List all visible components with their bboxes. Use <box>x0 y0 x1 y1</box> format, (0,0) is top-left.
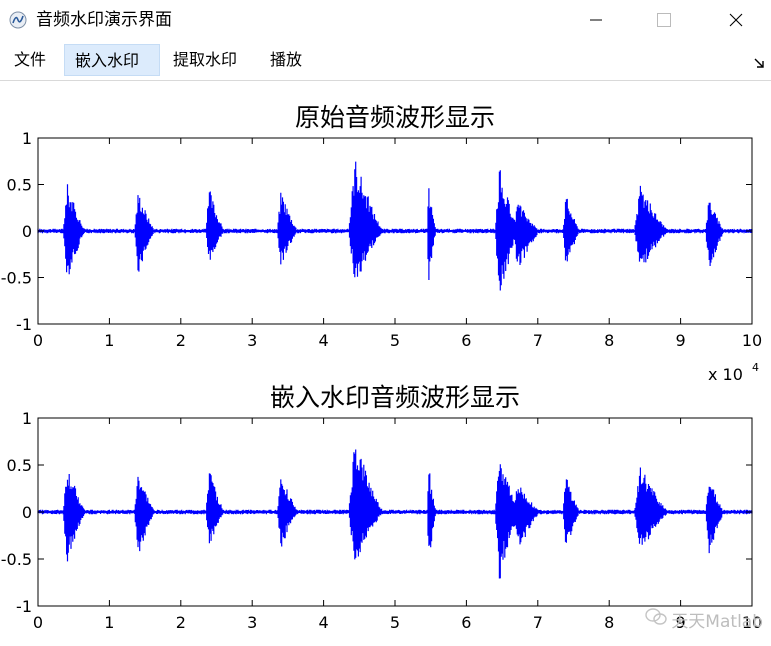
maximize-button[interactable] <box>634 0 694 40</box>
waveform-series <box>37 161 753 291</box>
maximize-icon <box>657 13 671 27</box>
x-tick-label: 7 <box>533 331 543 350</box>
chart-title: 原始音频波形显示 <box>295 103 495 132</box>
x-tick-label: 1 <box>104 613 114 632</box>
close-button[interactable] <box>706 0 766 40</box>
y-tick-label: 0 <box>22 503 32 522</box>
title-bar: 音频水印演示界面 <box>0 0 771 40</box>
x-tick-label: 0 <box>33 331 43 350</box>
x-axis-multiplier-exponent: 4 <box>752 361 759 374</box>
x-tick-label: 6 <box>461 331 471 350</box>
x-tick-label: 0 <box>33 613 43 632</box>
x-tick-label: 5 <box>390 331 400 350</box>
chart-title: 嵌入水印音频波形显示 <box>270 383 520 412</box>
watermark: 天天Matlab <box>645 607 763 632</box>
watermark-text: 天天Matlab <box>671 612 763 632</box>
waveform-figure: 原始音频波形显示0 1 2 3 4 5 6 7 8 9 10-1-0.500.51x 10 4嵌入水印… <box>1 103 762 632</box>
y-tick-label: -0.5 <box>1 269 32 288</box>
window-title: 音频水印演示界面 <box>36 10 172 30</box>
dock-arrow-icon[interactable] <box>753 54 765 68</box>
minimize-icon <box>590 14 602 26</box>
x-tick-label: 10 <box>742 331 762 350</box>
x-tick-label: 4 <box>319 331 329 350</box>
menu-bar: 文件 嵌入水印 提取水印 播放 <box>0 40 771 81</box>
y-tick-label: -0.5 <box>1 550 32 569</box>
close-icon <box>729 13 743 27</box>
menu-extract-watermark[interactable]: 提取水印 <box>163 44 247 76</box>
y-tick-label: 0.5 <box>7 456 32 475</box>
y-tick-label: 0 <box>22 222 32 241</box>
minimize-button[interactable] <box>566 0 626 40</box>
x-tick-label: 4 <box>319 613 329 632</box>
menu-play[interactable]: 播放 <box>260 44 312 76</box>
menu-file[interactable]: 文件 <box>4 44 56 76</box>
x-tick-label: 2 <box>176 331 186 350</box>
y-tick-label: -1 <box>16 315 32 334</box>
x-axis-multiplier: x 10 <box>708 365 743 384</box>
x-tick-label: 6 <box>461 613 471 632</box>
x-tick-label: 8 <box>604 331 614 350</box>
x-tick-label: 3 <box>247 331 257 350</box>
figure-area: 原始音频波形显示 0 1 2 3 4 5 6 7 8 9 10 -1 -0.5 0 0.5 1 x 10 4 嵌入水印… <box>0 81 771 642</box>
y-tick-label: -1 <box>16 597 32 616</box>
x-tick-label: 5 <box>390 613 400 632</box>
waveform-series <box>37 449 753 579</box>
x-tick-label: 3 <box>247 613 257 632</box>
y-tick-label: 1 <box>22 409 32 428</box>
menu-embed-watermark[interactable]: 嵌入水印 <box>64 44 160 76</box>
x-tick-label: 9 <box>676 331 686 350</box>
x-tick-label: 2 <box>176 613 186 632</box>
y-tick-label: 1 <box>22 129 32 148</box>
y-tick-label: 0.5 <box>7 176 32 195</box>
x-tick-label: 1 <box>104 331 114 350</box>
x-tick-label: 8 <box>604 613 614 632</box>
x-tick-label: 7 <box>533 613 543 632</box>
matlab-figure-icon <box>9 11 27 29</box>
wechat-icon <box>645 608 668 631</box>
